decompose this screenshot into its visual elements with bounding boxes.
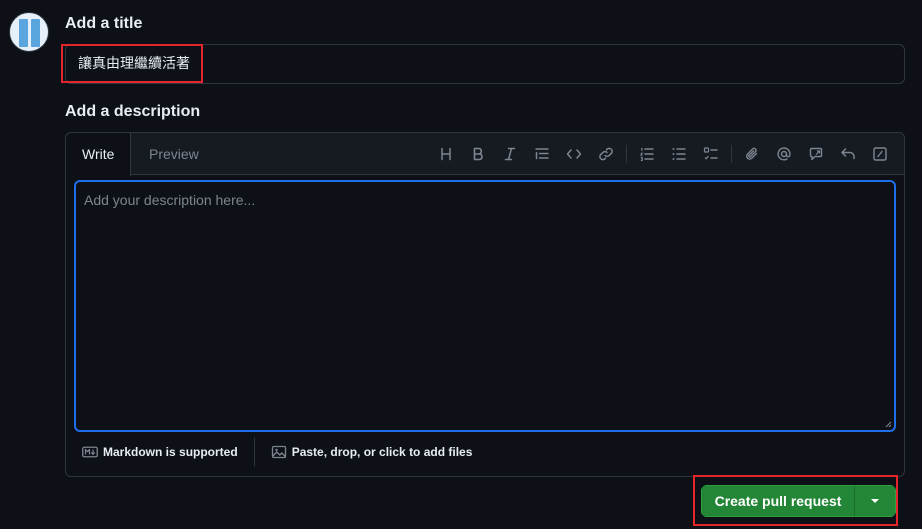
bold-icon[interactable] [462,138,494,170]
footer-divider [253,438,255,466]
resize-handle-icon[interactable] [884,420,892,428]
editor-footer: Markdown is supported Paste, drop, or cl… [82,438,888,466]
quote-icon[interactable] [526,138,558,170]
code-icon[interactable] [558,138,590,170]
title-label: Add a title [65,15,143,32]
task-list-icon[interactable] [695,138,727,170]
editor-header: Write Preview [66,133,904,176]
bulleted-list-icon[interactable] [663,138,695,170]
mention-icon[interactable] [768,138,800,170]
slash-commands-icon[interactable] [864,138,896,170]
numbered-list-icon[interactable] [631,138,663,170]
title-input[interactable]: 讓真由理繼續活著 [65,44,905,84]
add-files-button[interactable]: Paste, drop, or click to add files [271,444,473,460]
create-pull-request-button[interactable]: Create pull request [701,485,855,517]
markdown-label: Markdown is supported [103,445,238,459]
tab-write[interactable]: Write [66,133,132,176]
description-placeholder: Add your description here... [84,192,256,208]
markdown-help-link[interactable]: Markdown is supported [82,444,238,460]
create-pull-request-group: Create pull request [701,485,896,517]
heading-icon[interactable] [430,138,462,170]
description-editor: Write Preview Add your description here.… [65,132,905,477]
tab-preview[interactable]: Preview [133,133,215,175]
toolbar-divider [731,145,732,163]
image-icon [271,445,286,459]
avatar-bar-right [31,19,40,47]
avatar[interactable] [9,12,49,52]
toolbar-divider [626,145,627,163]
attach-icon[interactable] [736,138,768,170]
add-files-label: Paste, drop, or click to add files [291,445,473,459]
italic-icon[interactable] [494,138,526,170]
reference-icon[interactable] [800,138,832,170]
link-icon[interactable] [590,138,622,170]
description-label: Add a description [65,103,201,120]
avatar-bar-left [19,19,28,47]
markdown-icon [82,446,98,458]
markdown-toolbar [430,133,896,175]
create-options-dropdown-button[interactable] [855,485,896,517]
triangle-down-icon [871,499,879,503]
description-textarea[interactable]: Add your description here... [74,180,896,432]
undo-icon[interactable] [832,138,864,170]
